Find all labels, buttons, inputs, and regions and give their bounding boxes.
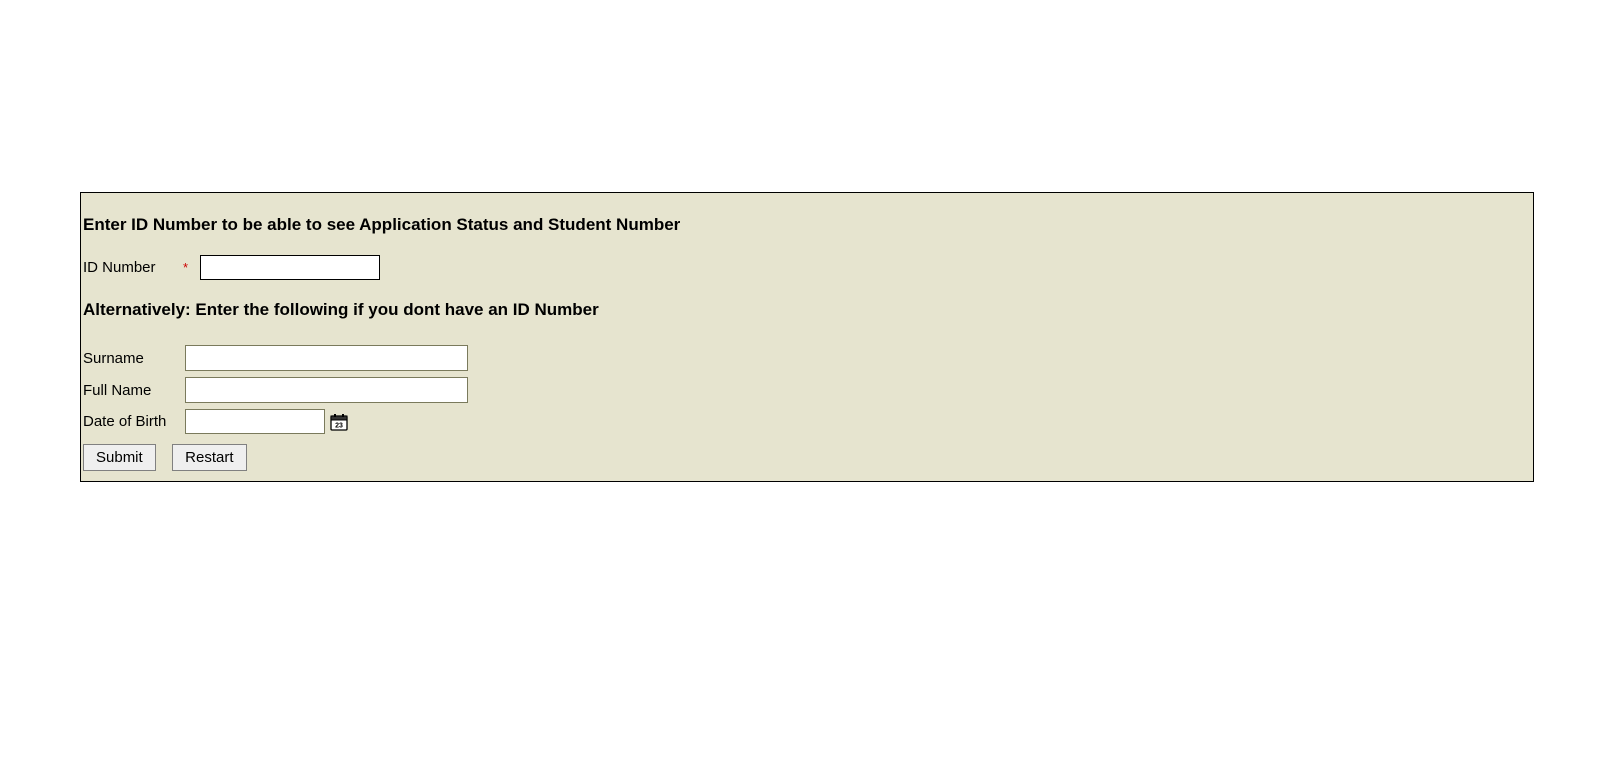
id-number-row: ID Number * [81,255,1533,280]
full-name-input[interactable] [185,377,468,403]
svg-text:23: 23 [335,422,343,429]
id-number-label: ID Number [83,259,183,276]
full-name-row: Full Name [81,377,1533,403]
required-indicator: * [183,260,188,275]
application-status-form: Enter ID Number to be able to see Applic… [80,192,1534,482]
button-row: Submit Restart [81,444,1533,471]
id-number-input[interactable] [200,255,380,280]
calendar-icon[interactable]: 23 [330,413,348,431]
date-of-birth-input[interactable] [185,409,325,434]
full-name-label: Full Name [83,382,185,399]
alternative-heading: Alternatively: Enter the following if yo… [81,300,1533,320]
date-of-birth-row: Date of Birth 23 [81,409,1533,434]
restart-button[interactable]: Restart [172,444,246,471]
surname-label: Surname [83,350,185,367]
date-of-birth-label: Date of Birth [83,413,185,430]
surname-input[interactable] [185,345,468,371]
id-number-heading: Enter ID Number to be able to see Applic… [81,215,1533,235]
surname-row: Surname [81,345,1533,371]
submit-button[interactable]: Submit [83,444,156,471]
